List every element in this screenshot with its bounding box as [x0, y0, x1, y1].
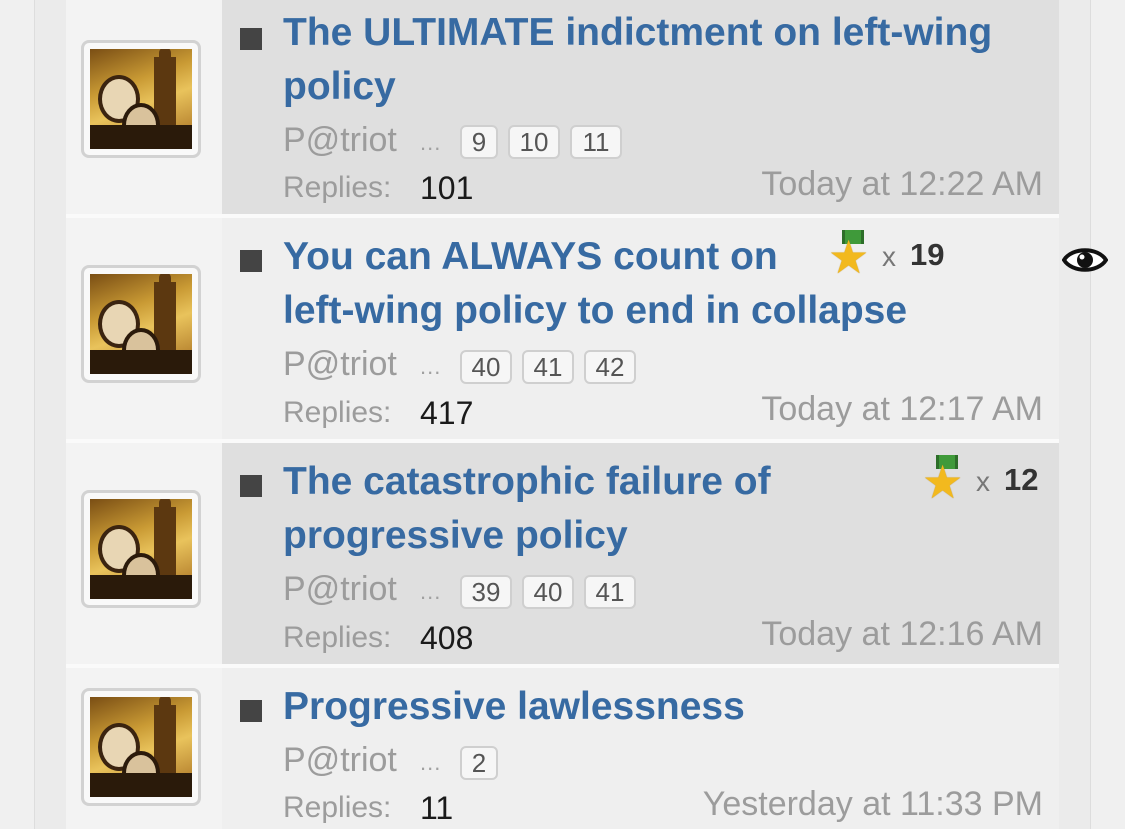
replies-count: 417: [420, 395, 474, 431]
founding-fathers-avatar-icon: [90, 49, 192, 149]
replies-label: Replies:: [283, 396, 392, 429]
thread-author[interactable]: P@triot: [283, 344, 397, 384]
page-link[interactable]: 40: [522, 575, 574, 609]
thread-main-cell: The ULTIMATE indictment on left-wing pol…: [222, 0, 1059, 218]
thread-title-line-1[interactable]: The ULTIMATE indictment on left-wing: [283, 6, 992, 60]
replies-count: 11: [420, 790, 454, 826]
thread-bullet-icon: [240, 475, 262, 497]
star-medal-icon[interactable]: ★: [922, 455, 966, 507]
last-post-date[interactable]: Yesterday at 11:33 PM: [703, 784, 1043, 824]
thread-title-line-1[interactable]: The catastrophic failure of: [283, 455, 771, 509]
right-page-margin: [1090, 0, 1125, 829]
replies-label: Replies:: [283, 621, 392, 654]
founding-fathers-avatar-icon: [90, 697, 192, 797]
replies-count: 408: [420, 620, 474, 656]
page-link[interactable]: 41: [584, 575, 636, 609]
thread-title-line-2[interactable]: left-wing policy to end in collapse: [283, 284, 907, 338]
thread-author[interactable]: P@triot: [283, 569, 397, 609]
award-count: 12: [1004, 462, 1039, 497]
thread-list: The ULTIMATE indictment on left-wing pol…: [66, 0, 1108, 829]
thread-item: The ULTIMATE indictment on left-wing pol…: [66, 0, 1059, 218]
thread-author[interactable]: P@triot: [283, 120, 397, 160]
award-multiplier: x: [976, 466, 990, 497]
pagination-ellipsis: ...: [420, 750, 442, 775]
pagination-ellipsis: ...: [420, 354, 442, 379]
avatar[interactable]: [81, 490, 201, 608]
last-post-date[interactable]: Today at 12:16 AM: [761, 614, 1043, 654]
thread-avatar-cell: [66, 218, 222, 443]
avatar[interactable]: [81, 265, 201, 383]
thread-item: Progressive lawlessness P@triot ... 2 Re…: [66, 668, 1059, 829]
thread-main-cell: The catastrophic failure of progressive …: [222, 443, 1059, 668]
thread-title-line-1[interactable]: Progressive lawlessness: [283, 680, 745, 734]
star-medal-icon[interactable]: ★: [828, 230, 872, 282]
pagination-ellipsis: ...: [420, 579, 442, 604]
thread-item: You can ALWAYS count on left-wing policy…: [66, 218, 1108, 443]
founding-fathers-avatar-icon: [90, 274, 192, 374]
replies-count: 101: [420, 170, 474, 206]
thread-item: The catastrophic failure of progressive …: [66, 443, 1059, 668]
avatar[interactable]: [81, 688, 201, 806]
page-link[interactable]: 11: [570, 125, 622, 159]
avatar[interactable]: [81, 40, 201, 158]
thread-bullet-icon: [240, 250, 262, 272]
page-link[interactable]: 42: [584, 350, 636, 384]
award-count: 19: [910, 237, 945, 272]
page-link[interactable]: 39: [460, 575, 512, 609]
thread-bullet-icon: [240, 700, 262, 722]
replies-label: Replies:: [283, 171, 392, 204]
founding-fathers-avatar-icon: [90, 499, 192, 599]
page-link[interactable]: 10: [508, 125, 560, 159]
page-link[interactable]: 41: [522, 350, 574, 384]
thread-title-line-2[interactable]: policy: [283, 60, 396, 114]
thread-title-line-2[interactable]: progressive policy: [283, 509, 628, 563]
thread-avatar-cell: [66, 668, 222, 829]
thread-bullet-icon: [240, 28, 262, 50]
thread-author[interactable]: P@triot: [283, 740, 397, 780]
page-link[interactable]: 9: [460, 125, 498, 159]
thread-main-cell: You can ALWAYS count on left-wing policy…: [222, 218, 1108, 443]
last-post-date[interactable]: Today at 12:22 AM: [761, 164, 1043, 204]
thread-title-line-1[interactable]: You can ALWAYS count on: [283, 230, 778, 284]
thread-avatar-cell: [66, 0, 222, 218]
left-page-margin: [0, 0, 35, 829]
award-multiplier: x: [882, 241, 896, 272]
eye-icon[interactable]: [1062, 244, 1108, 276]
pagination-ellipsis: ...: [420, 130, 442, 155]
page-link[interactable]: 2: [460, 746, 498, 780]
page-link[interactable]: 40: [460, 350, 512, 384]
replies-label: Replies:: [283, 791, 392, 824]
last-post-date[interactable]: Today at 12:17 AM: [761, 389, 1043, 429]
thread-avatar-cell: [66, 443, 222, 668]
thread-main-cell: Progressive lawlessness P@triot ... 2 Re…: [222, 668, 1059, 829]
